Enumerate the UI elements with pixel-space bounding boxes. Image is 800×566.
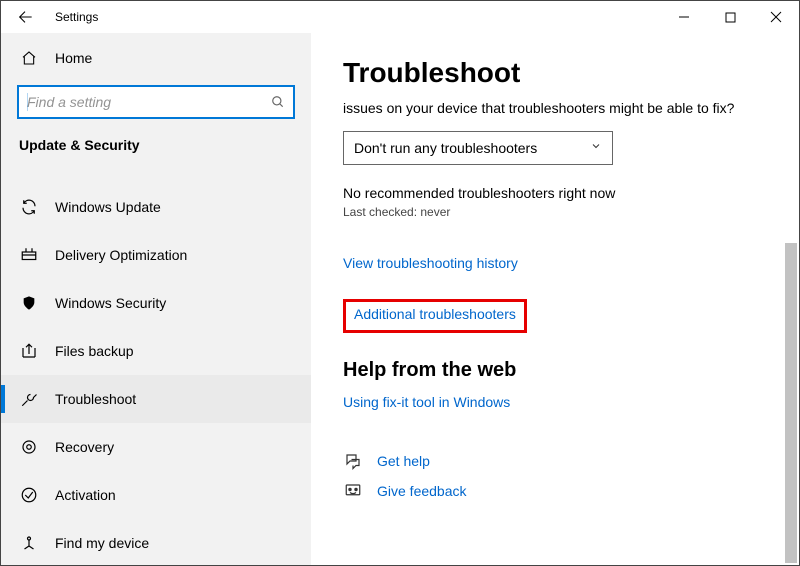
backup-icon bbox=[19, 342, 39, 360]
wrench-icon bbox=[19, 390, 39, 408]
get-help-row[interactable]: Get help bbox=[343, 446, 781, 476]
sidebar-item-label: Delivery Optimization bbox=[55, 247, 187, 263]
close-button[interactable] bbox=[753, 1, 799, 33]
sidebar-item-label: Recovery bbox=[55, 439, 114, 455]
home-icon bbox=[19, 50, 39, 66]
sidebar-item-label: Activation bbox=[55, 487, 116, 503]
sidebar-item-windows-security[interactable]: Windows Security bbox=[1, 279, 311, 327]
last-checked-text: Last checked: never bbox=[343, 205, 781, 219]
troubleshooter-mode-dropdown[interactable]: Don't run any troubleshooters bbox=[343, 131, 613, 165]
give-feedback-link[interactable]: Give feedback bbox=[377, 483, 467, 499]
back-button[interactable] bbox=[17, 9, 33, 25]
sidebar-item-files-backup[interactable]: Files backup bbox=[1, 327, 311, 375]
sidebar-item-label: Files backup bbox=[55, 343, 134, 359]
feedback-icon bbox=[343, 482, 363, 500]
search-icon bbox=[263, 95, 293, 109]
view-history-link[interactable]: View troubleshooting history bbox=[343, 255, 781, 271]
sync-icon bbox=[19, 198, 39, 216]
sidebar-item-recovery[interactable]: Recovery bbox=[1, 423, 311, 471]
sidebar-item-label: Find my device bbox=[55, 535, 149, 551]
shield-icon bbox=[19, 294, 39, 312]
sidebar-item-label: Windows Security bbox=[55, 295, 166, 311]
give-feedback-row[interactable]: Give feedback bbox=[343, 476, 781, 506]
sidebar-item-find-my-device[interactable]: Find my device bbox=[1, 519, 311, 566]
check-circle-icon bbox=[19, 486, 39, 504]
window-title: Settings bbox=[55, 10, 98, 24]
sidebar-item-delivery-optimization[interactable]: Delivery Optimization bbox=[1, 231, 311, 279]
sidebar-item-label: Windows Update bbox=[55, 199, 161, 215]
intro-text: issues on your device that troubleshoote… bbox=[343, 99, 781, 119]
help-heading: Help from the web bbox=[343, 359, 781, 382]
chevron-down-icon bbox=[590, 140, 602, 155]
sidebar: Home Update & Security Windows Update De… bbox=[1, 33, 311, 565]
optimization-icon bbox=[19, 246, 39, 264]
chat-icon bbox=[343, 452, 363, 470]
minimize-button[interactable] bbox=[661, 1, 707, 33]
sidebar-item-troubleshoot[interactable]: Troubleshoot bbox=[1, 375, 311, 423]
main-panel: Troubleshoot issues on your device that … bbox=[311, 33, 799, 565]
additional-troubleshooters-link[interactable]: Additional troubleshooters bbox=[354, 306, 516, 322]
sidebar-item-label: Troubleshoot bbox=[55, 391, 136, 407]
sidebar-home-label: Home bbox=[55, 50, 92, 66]
sidebar-item-windows-update[interactable]: Windows Update bbox=[1, 183, 311, 231]
maximize-button[interactable] bbox=[707, 1, 753, 33]
titlebar: Settings bbox=[1, 1, 799, 33]
scrollbar-thumb[interactable] bbox=[785, 243, 797, 563]
page-title: Troubleshoot bbox=[343, 57, 781, 89]
status-text: No recommended troubleshooters right now bbox=[343, 185, 781, 201]
search-input[interactable] bbox=[17, 85, 295, 119]
get-help-link[interactable]: Get help bbox=[377, 453, 430, 469]
sidebar-item-home[interactable]: Home bbox=[1, 39, 311, 77]
help-web-link[interactable]: Using fix-it tool in Windows bbox=[343, 394, 781, 410]
recovery-icon bbox=[19, 438, 39, 456]
sidebar-item-activation[interactable]: Activation bbox=[1, 471, 311, 519]
highlight-annotation: Additional troubleshooters bbox=[343, 299, 527, 333]
location-icon bbox=[19, 534, 39, 552]
sidebar-section-title: Update & Security bbox=[1, 133, 311, 163]
dropdown-value: Don't run any troubleshooters bbox=[354, 140, 537, 156]
